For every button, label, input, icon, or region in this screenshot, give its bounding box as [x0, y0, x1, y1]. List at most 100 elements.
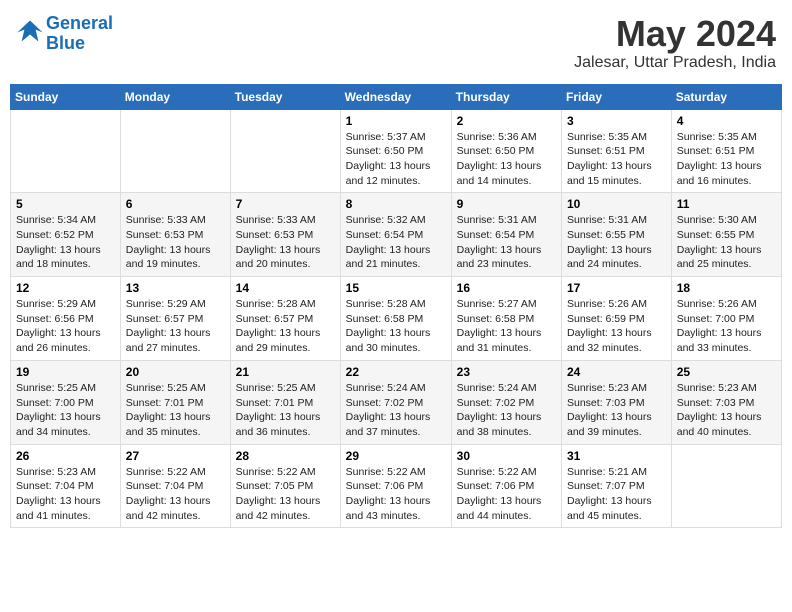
day-number: 31: [567, 449, 666, 463]
calendar-row: 5Sunrise: 5:34 AM Sunset: 6:52 PM Daylig…: [11, 193, 782, 277]
calendar-cell: 22Sunrise: 5:24 AM Sunset: 7:02 PM Dayli…: [340, 360, 451, 444]
day-info: Sunrise: 5:22 AM Sunset: 7:06 PM Dayligh…: [346, 465, 446, 524]
day-info: Sunrise: 5:31 AM Sunset: 6:54 PM Dayligh…: [457, 213, 556, 272]
calendar-cell: 16 Sunrise: 5:27 AM Sunset: 6:58 PM Dayli…: [451, 277, 561, 361]
day-number: 30: [457, 449, 556, 463]
day-info: Sunrise: 5:25 AM Sunset: 7:01 PM Dayligh…: [236, 381, 335, 440]
calendar-cell: [230, 109, 340, 193]
calendar-row: 26 Sunrise: 5:23 AM Sunset: 7:04 PM Dayli…: [11, 444, 782, 528]
day-info: Sunrise: 5:22 AM Sunset: 7:04 PM Dayligh…: [126, 465, 225, 524]
day-number: 12: [16, 281, 115, 295]
day-number: 21: [236, 365, 335, 379]
page-header: General Blue May 2024 Jalesar, Uttar Pra…: [10, 10, 782, 76]
day-info: Sunrise: 5:26 AM Sunset: 7:00 PM Dayligh…: [677, 297, 776, 356]
calendar-row: 1Sunrise: 5:37 AM Sunset: 6:50 PM Daylig…: [11, 109, 782, 193]
month-title: May 2024: [574, 14, 776, 54]
day-number: 23: [457, 365, 556, 379]
calendar-body: 1Sunrise: 5:37 AM Sunset: 6:50 PM Daylig…: [11, 109, 782, 528]
calendar-cell: 25 Sunrise: 5:23 AM Sunset: 7:03 PM Dayli…: [671, 360, 781, 444]
calendar-cell: 6 Sunrise: 5:33 AM Sunset: 6:53 PM Daylig…: [120, 193, 230, 277]
day-info: Sunrise: 5:30 AM Sunset: 6:55 PM Dayligh…: [677, 213, 776, 272]
header-cell-tuesday: Tuesday: [230, 84, 340, 109]
day-number: 19: [16, 365, 115, 379]
calendar-cell: 21 Sunrise: 5:25 AM Sunset: 7:01 PM Dayli…: [230, 360, 340, 444]
day-number: 14: [236, 281, 335, 295]
day-number: 6: [126, 197, 225, 211]
calendar-cell: 13 Sunrise: 5:29 AM Sunset: 6:57 PM Dayli…: [120, 277, 230, 361]
calendar-cell: 11Sunrise: 5:30 AM Sunset: 6:55 PM Dayli…: [671, 193, 781, 277]
header-cell-monday: Monday: [120, 84, 230, 109]
calendar-cell: 2 Sunrise: 5:36 AM Sunset: 6:50 PM Daylig…: [451, 109, 561, 193]
day-number: 3: [567, 114, 666, 128]
calendar-cell: 29 Sunrise: 5:22 AM Sunset: 7:06 PM Dayli…: [340, 444, 451, 528]
day-info: Sunrise: 5:23 AM Sunset: 7:03 PM Dayligh…: [567, 381, 666, 440]
day-info: Sunrise: 5:32 AM Sunset: 6:54 PM Dayligh…: [346, 213, 446, 272]
day-number: 18: [677, 281, 776, 295]
calendar-cell: 4 Sunrise: 5:35 AM Sunset: 6:51 PM Daylig…: [671, 109, 781, 193]
day-number: 20: [126, 365, 225, 379]
day-info: Sunrise: 5:28 AM Sunset: 6:58 PM Dayligh…: [346, 297, 446, 356]
calendar-cell: 27 Sunrise: 5:22 AM Sunset: 7:04 PM Dayli…: [120, 444, 230, 528]
day-info: Sunrise: 5:29 AM Sunset: 6:57 PM Dayligh…: [126, 297, 225, 356]
calendar-cell: 24Sunrise: 5:23 AM Sunset: 7:03 PM Dayli…: [562, 360, 672, 444]
calendar-table: SundayMondayTuesdayWednesdayThursdayFrid…: [10, 84, 782, 529]
logo-text: General Blue: [46, 14, 113, 54]
day-info: Sunrise: 5:35 AM Sunset: 6:51 PM Dayligh…: [677, 130, 776, 189]
day-number: 16: [457, 281, 556, 295]
day-number: 17: [567, 281, 666, 295]
logo: General Blue: [16, 14, 113, 54]
day-number: 25: [677, 365, 776, 379]
calendar-cell: 28Sunrise: 5:22 AM Sunset: 7:05 PM Dayli…: [230, 444, 340, 528]
day-number: 13: [126, 281, 225, 295]
header-row: SundayMondayTuesdayWednesdayThursdayFrid…: [11, 84, 782, 109]
calendar-cell: 20 Sunrise: 5:25 AM Sunset: 7:01 PM Dayli…: [120, 360, 230, 444]
day-info: Sunrise: 5:22 AM Sunset: 7:06 PM Dayligh…: [457, 465, 556, 524]
day-info: Sunrise: 5:36 AM Sunset: 6:50 PM Dayligh…: [457, 130, 556, 189]
calendar-cell: 10Sunrise: 5:31 AM Sunset: 6:55 PM Dayli…: [562, 193, 672, 277]
day-info: Sunrise: 5:24 AM Sunset: 7:02 PM Dayligh…: [457, 381, 556, 440]
calendar-cell: 8 Sunrise: 5:32 AM Sunset: 6:54 PM Daylig…: [340, 193, 451, 277]
day-info: Sunrise: 5:33 AM Sunset: 6:53 PM Dayligh…: [236, 213, 335, 272]
day-info: Sunrise: 5:27 AM Sunset: 6:58 PM Dayligh…: [457, 297, 556, 356]
day-number: 29: [346, 449, 446, 463]
header-cell-friday: Friday: [562, 84, 672, 109]
calendar-row: 12 Sunrise: 5:29 AM Sunset: 6:56 PM Dayli…: [11, 277, 782, 361]
header-cell-sunday: Sunday: [11, 84, 121, 109]
day-number: 4: [677, 114, 776, 128]
day-info: Sunrise: 5:34 AM Sunset: 6:52 PM Dayligh…: [16, 213, 115, 272]
calendar-cell: [671, 444, 781, 528]
calendar-cell: 18 Sunrise: 5:26 AM Sunset: 7:00 PM Dayli…: [671, 277, 781, 361]
day-number: 27: [126, 449, 225, 463]
day-number: 22: [346, 365, 446, 379]
calendar-cell: [11, 109, 121, 193]
day-info: Sunrise: 5:29 AM Sunset: 6:56 PM Dayligh…: [16, 297, 115, 356]
day-info: Sunrise: 5:23 AM Sunset: 7:04 PM Dayligh…: [16, 465, 115, 524]
day-info: Sunrise: 5:25 AM Sunset: 7:01 PM Dayligh…: [126, 381, 225, 440]
day-number: 2: [457, 114, 556, 128]
title-block: May 2024 Jalesar, Uttar Pradesh, India: [574, 14, 776, 72]
calendar-cell: 19Sunrise: 5:25 AM Sunset: 7:00 PM Dayli…: [11, 360, 121, 444]
day-number: 26: [16, 449, 115, 463]
calendar-cell: 14Sunrise: 5:28 AM Sunset: 6:57 PM Dayli…: [230, 277, 340, 361]
calendar-cell: 12 Sunrise: 5:29 AM Sunset: 6:56 PM Dayli…: [11, 277, 121, 361]
day-info: Sunrise: 5:21 AM Sunset: 7:07 PM Dayligh…: [567, 465, 666, 524]
day-info: Sunrise: 5:33 AM Sunset: 6:53 PM Dayligh…: [126, 213, 225, 272]
day-number: 1: [346, 114, 446, 128]
day-info: Sunrise: 5:35 AM Sunset: 6:51 PM Dayligh…: [567, 130, 666, 189]
header-cell-wednesday: Wednesday: [340, 84, 451, 109]
calendar-row: 19Sunrise: 5:25 AM Sunset: 7:00 PM Dayli…: [11, 360, 782, 444]
calendar-cell: [120, 109, 230, 193]
day-info: Sunrise: 5:22 AM Sunset: 7:05 PM Dayligh…: [236, 465, 335, 524]
calendar-cell: 5Sunrise: 5:34 AM Sunset: 6:52 PM Daylig…: [11, 193, 121, 277]
calendar-cell: 30 Sunrise: 5:22 AM Sunset: 7:06 PM Dayli…: [451, 444, 561, 528]
day-info: Sunrise: 5:26 AM Sunset: 6:59 PM Dayligh…: [567, 297, 666, 356]
calendar-cell: 31 Sunrise: 5:21 AM Sunset: 7:07 PM Dayli…: [562, 444, 672, 528]
calendar-header: SundayMondayTuesdayWednesdayThursdayFrid…: [11, 84, 782, 109]
day-number: 15: [346, 281, 446, 295]
logo-icon: [16, 17, 44, 45]
day-number: 8: [346, 197, 446, 211]
header-cell-saturday: Saturday: [671, 84, 781, 109]
day-info: Sunrise: 5:23 AM Sunset: 7:03 PM Dayligh…: [677, 381, 776, 440]
day-number: 10: [567, 197, 666, 211]
day-number: 7: [236, 197, 335, 211]
